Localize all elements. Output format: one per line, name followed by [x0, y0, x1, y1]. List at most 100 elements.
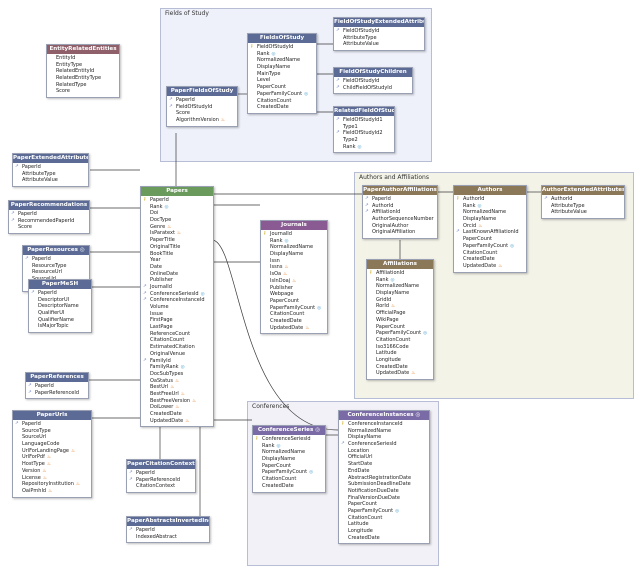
field-row: OaiPmhId ♨ [15, 488, 90, 495]
field-row: Iso3166Code [369, 344, 432, 351]
entity-paper-fields-of-study[interactable]: PaperFieldsOfStudy ↗ PaperId ↗ FieldOfStudyI… [166, 86, 238, 127]
field-name: Publisher [270, 284, 293, 291]
entity-title: PaperFieldsOfStudy [170, 88, 234, 94]
field-name: LastKnownAffiliationId [463, 229, 519, 236]
flame-icon: ♨ [176, 231, 181, 237]
entity-header[interactable]: PaperReferences [26, 373, 88, 382]
entity-header[interactable]: Papers [141, 187, 213, 196]
entity-header[interactable]: FieldOfStudyChildren [334, 68, 412, 77]
field-row: UpdatedDate ♨ [263, 325, 326, 332]
field-name: CreatedDate [270, 317, 302, 324]
field-name: RelatedEntityId [56, 68, 95, 75]
field-row: ⚷ FieldOfStudyId [250, 44, 315, 51]
entity-header[interactable]: Affiliations [367, 260, 433, 269]
field-row: CreatedDate [143, 411, 212, 418]
field-name: SourceUrl [22, 434, 47, 441]
field-name: PaperId [22, 164, 41, 170]
entity-paper-extended-attributes[interactable]: PaperExtendedAttributes ↗ PaperId Attribute… [12, 153, 89, 188]
entity-header[interactable]: PaperExtendedAttributes [13, 154, 88, 163]
field-name: NormalizedName [463, 209, 507, 216]
entity-journals[interactable]: Journals ⚷ JournalId Rank ◎ NormalizedName Dis… [260, 220, 328, 335]
entity-affiliations[interactable]: Affiliations ⚷ AffiliationId Rank ◎ Normalize… [366, 259, 434, 380]
entity-header[interactable]: PaperResources ◎ [23, 246, 89, 255]
field-row: PaperCount [369, 324, 432, 331]
field-name: FieldOfStudyId [257, 44, 294, 50]
entity-header[interactable]: EntityRelatedEntities [47, 45, 119, 54]
field-name: GridId [376, 296, 392, 303]
field-row: Rank ◎ [143, 204, 212, 211]
entity-conference-instances[interactable]: ConferenceInstances ◎ ⚷ ConferenceInstance… [338, 410, 430, 545]
entity-header[interactable]: PaperCitationContexts [127, 460, 195, 469]
entity-header[interactable]: PaperMeSH [29, 280, 91, 289]
entity-header[interactable]: ConferenceInstances ◎ [339, 411, 429, 420]
entity-author-extended-attributes[interactable]: AuthorExtendedAttributes ↗ AuthorId Attribu… [541, 185, 625, 220]
entity-conference-series[interactable]: ConferenceSeries ◎ ⚷ ConferenceSeriesId Ran… [252, 425, 326, 493]
entity-papers[interactable]: Papers ⚷ PaperId Rank ◎ Doi DocType Genre ♨ IsPar… [140, 186, 214, 428]
field-row: Issn [263, 258, 326, 265]
field-row: Type1 [336, 124, 393, 131]
flame-icon: ♨ [48, 488, 53, 494]
field-row: PaperFamilyCount ◎ [456, 243, 525, 250]
entity-header[interactable]: Journals [261, 221, 327, 230]
field-name: PaperFamilyCount [270, 304, 316, 311]
field-row: CreatedDate [255, 483, 324, 490]
field-row: AttributeValue [15, 177, 87, 184]
field-row: ↗ AuthorId [544, 196, 623, 203]
index-icon: ◎ [284, 238, 289, 244]
field-row: AttributeValue [544, 209, 623, 216]
entity-header[interactable]: ConferenceSeries ◎ [253, 426, 325, 435]
field-row: PaperFamilyCount ◎ [263, 305, 326, 312]
entity-paper-author-affiliations[interactable]: PaperAuthorAffiliations ↗ PaperId ↗ AuthorId… [362, 185, 438, 240]
field-name: OaiPmhId [22, 487, 47, 494]
entity-paper-me-sh[interactable]: PaperMeSH ↗ PaperId DescriptorUI DescriptorN… [28, 279, 92, 334]
field-row: CreatedDate [250, 104, 315, 111]
foreign-key-icon: ↗ [365, 209, 369, 215]
field-row: DescriptorUI [31, 297, 90, 304]
foreign-key-icon: ↗ [365, 196, 369, 201]
field-row: ResourceUrl [25, 269, 88, 276]
field-name: PaperId [38, 290, 57, 296]
flame-icon: ♨ [498, 263, 503, 269]
entity-header[interactable]: AuthorExtendedAttributes [542, 186, 624, 195]
field-row: EstimatedCitation [143, 344, 212, 351]
field-name: RorId [376, 303, 390, 310]
foreign-key-icon: ↗ [336, 28, 340, 33]
field-row: Publisher [263, 285, 326, 292]
field-name: Rank [343, 143, 356, 150]
entity-paper-urls[interactable]: PaperUrls ↗ PaperId SourceType SourceUrl Lang… [12, 410, 92, 498]
entity-paper-recommendations[interactable]: PaperRecommendations ↗ PaperId ↗ Recommended… [8, 200, 90, 235]
index-icon: ◎ [317, 305, 322, 311]
field-row: SourceType [15, 428, 90, 435]
flame-icon: ♨ [46, 455, 51, 461]
entity-paper-citation-contexts[interactable]: PaperCitationContexts ↗ PaperId ↗ PaperRefer… [126, 459, 196, 494]
entity-field-of-study-children[interactable]: FieldOfStudyChildren ↗ FieldOfStudyId ↗ Chil… [333, 67, 413, 95]
entity-header[interactable]: FieldOfStudyExtendedAttributes [334, 18, 424, 27]
field-name: HostType [22, 461, 45, 468]
entity-fields-of-study[interactable]: FieldsOfStudy ⚷ FieldOfStudyId Rank ◎ Normali… [247, 33, 317, 114]
field-name: FieldOfStudyId [343, 78, 380, 84]
entity-paper-abstracts-inverted-index[interactable]: PaperAbstractsInvertedIndex ↗PaperIdIndex… [126, 516, 210, 544]
entity-field-of-study-extended-attributes[interactable]: FieldOfStudyExtendedAttributes ↗FieldOfSt… [333, 17, 425, 52]
entity-paper-references[interactable]: PaperReferences ↗ PaperId ↗ PaperReferenceId [25, 372, 89, 400]
entity-header[interactable]: Authors [454, 186, 526, 195]
entity-header[interactable]: PaperFieldsOfStudy [167, 87, 237, 96]
field-name: Issue [150, 310, 163, 317]
field-name: RelatedType [56, 81, 87, 88]
entity-header[interactable]: FieldsOfStudy [248, 34, 316, 43]
entity-header[interactable]: PaperUrls [13, 411, 91, 420]
entity-related-field-of-study[interactable]: RelatedFieldOfStudy ↗ FieldOfStudyId1 Type1… [333, 106, 395, 154]
field-name: CitationCount [150, 337, 185, 344]
field-name: OaStatus [150, 377, 173, 384]
entity-authors[interactable]: Authors ⚷ AuthorId Rank ◎ NormalizedName Displ… [453, 185, 527, 273]
field-row: ↗ PaperId [169, 97, 236, 104]
entity-entity-related-entities[interactable]: EntityRelatedEntities EntityId EntityType R… [46, 44, 120, 99]
entity-header[interactable]: PaperAuthorAffiliations [363, 186, 437, 195]
entity-header[interactable]: PaperAbstractsInvertedIndex [127, 517, 209, 526]
field-name: StartDate [348, 461, 373, 468]
field-name: ChildFieldOfStudyId [343, 84, 392, 91]
entity-header[interactable]: RelatedFieldOfStudy [334, 107, 394, 116]
field-name: RecommendedPaperId [18, 217, 75, 224]
field-name: NormalizedName [376, 283, 420, 290]
entity-header[interactable]: PaperRecommendations [9, 201, 89, 210]
field-name: FirstPage [150, 317, 173, 324]
